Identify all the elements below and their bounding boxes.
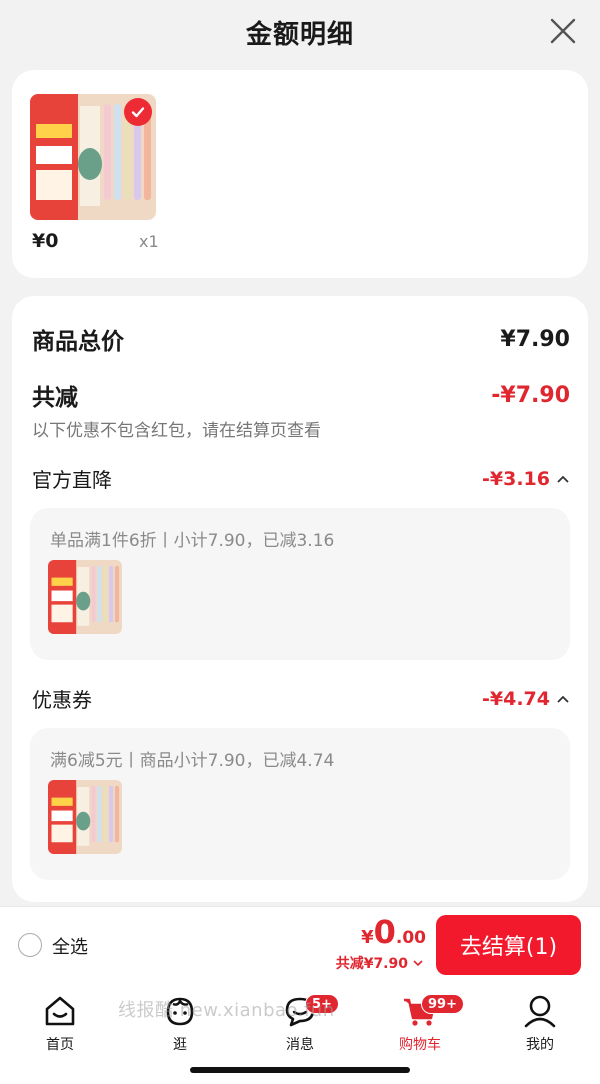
reduce-value: -¥7.90 xyxy=(491,382,570,408)
tab-label: 购物车 xyxy=(399,1037,441,1053)
sheet-title: 金额明细 xyxy=(245,19,354,50)
discount-value: -¥3.16 xyxy=(482,467,550,490)
product-thumbnail xyxy=(48,560,122,634)
discount-row-official[interactable]: 官方直降 -¥3.16 xyxy=(32,464,570,493)
amount-integer: 0 xyxy=(373,913,396,951)
checkout-bar: 全选 ¥ 0 .00 共减¥7.90 去结算(1) xyxy=(0,906,600,984)
product-image[interactable] xyxy=(30,94,156,220)
cart-badge: 99+ xyxy=(421,994,464,1014)
selected-check-icon xyxy=(124,98,152,126)
discount-detail-official: 单品满1件6折丨小计7.90，已减3.16 xyxy=(30,508,570,660)
sheet-header: 金额明细 xyxy=(0,0,600,64)
price-detail-card: 商品总价 ¥7.90 共减 -¥7.90 以下优惠不包含红包，请在结算页查看 官… xyxy=(12,296,588,902)
select-all-checkbox[interactable] xyxy=(18,933,42,957)
total-label: 商品总价 xyxy=(32,329,124,355)
home-icon xyxy=(45,996,75,1026)
amount-decimal: .00 xyxy=(395,928,426,948)
watermark: 线报酷 new.xianbao.fun xyxy=(118,1000,335,1021)
currency-symbol: ¥ xyxy=(361,927,374,948)
discount-label: 官方直降 xyxy=(32,468,112,492)
product-card: ¥0 x1 xyxy=(12,70,588,278)
total-value: ¥7.90 xyxy=(500,326,570,352)
close-button[interactable] xyxy=(548,16,578,46)
discount-note: 以下优惠不包含红包，请在结算页查看 xyxy=(32,421,321,441)
tab-label: 逛 xyxy=(173,1037,187,1053)
discount-detail-text: 满6减5元丨商品小计7.90，已减4.74 xyxy=(50,751,335,771)
discount-label: 优惠券 xyxy=(32,688,92,712)
tab-label: 消息 xyxy=(286,1037,314,1053)
profile-icon xyxy=(524,995,556,1028)
chevron-down-icon xyxy=(413,960,423,967)
select-all-label[interactable]: 全选 xyxy=(52,933,88,959)
tab-label: 首页 xyxy=(46,1037,74,1053)
discount-detail-coupon: 满6减5元丨商品小计7.90，已减4.74 xyxy=(30,728,570,880)
discount-detail-text: 单品满1件6折丨小计7.90，已减3.16 xyxy=(50,531,335,551)
discount-row-coupon[interactable]: 优惠券 -¥4.74 xyxy=(32,684,570,713)
checkout-button[interactable]: 去结算(1) xyxy=(436,915,581,975)
product-thumbnail xyxy=(48,780,122,854)
close-icon xyxy=(550,18,576,44)
saved-amount[interactable]: 共减¥7.90 xyxy=(336,953,424,973)
chevron-up-icon xyxy=(557,695,569,703)
tab-profile[interactable]: 我的 xyxy=(495,992,585,1056)
home-indicator xyxy=(190,1067,410,1073)
tab-home[interactable]: 首页 xyxy=(15,992,105,1056)
product-quantity: x1 xyxy=(139,232,159,251)
saved-text: 共减¥7.90 xyxy=(335,956,408,972)
reduce-label: 共减 xyxy=(32,385,78,411)
chevron-up-icon xyxy=(557,475,569,483)
tab-cart[interactable]: 购物车 99+ xyxy=(375,992,465,1056)
discount-value: -¥4.74 xyxy=(482,687,550,710)
tab-label: 我的 xyxy=(526,1037,554,1053)
product-price: ¥0 xyxy=(32,230,59,252)
total-row: 商品总价 ¥7.90 xyxy=(32,322,570,356)
checkout-total: ¥ 0 .00 xyxy=(361,913,426,951)
reduce-row: 共减 -¥7.90 xyxy=(32,378,570,412)
